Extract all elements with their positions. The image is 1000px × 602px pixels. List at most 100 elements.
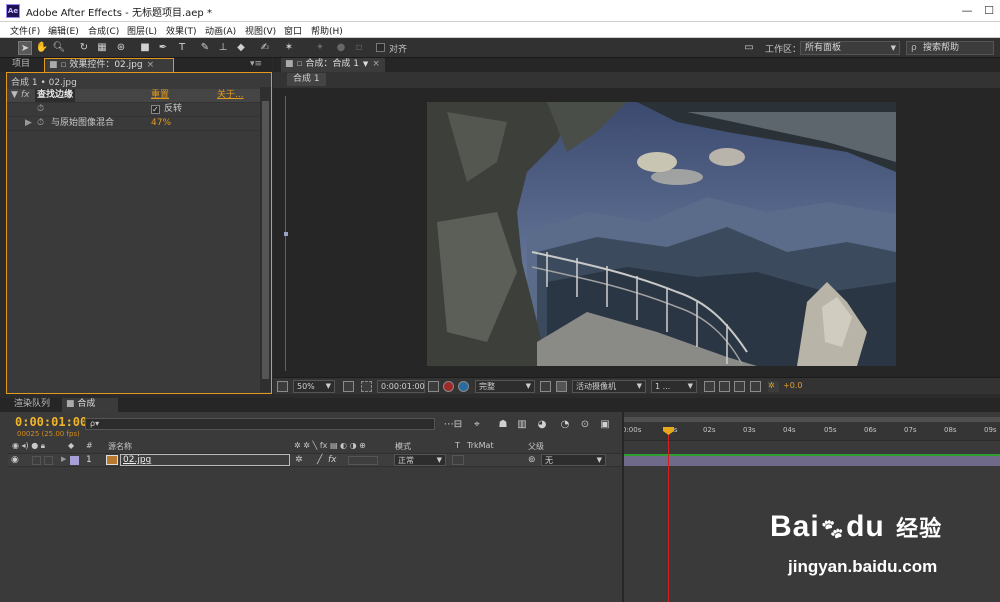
current-time-indicator[interactable] [668, 428, 669, 602]
menu-animation[interactable]: 动画(A) [205, 24, 236, 37]
panel-menu-icon[interactable]: ▾≡ [246, 58, 266, 72]
comp-mini-flowchart-icon[interactable]: ⋯⊟ [442, 418, 464, 432]
close-icon[interactable]: × [372, 59, 380, 69]
menu-composition[interactable]: 合成(C) [88, 24, 119, 37]
stopwatch-icon[interactable]: ⏱ [37, 103, 44, 116]
subtab-comp-1[interactable]: 合成 1 [287, 73, 326, 86]
title-action-safe-icon[interactable] [343, 381, 354, 392]
disclosure-triangle-icon[interactable]: ▶ [61, 455, 66, 463]
scrollbar-thumb[interactable] [262, 101, 269, 379]
show-channel-icon[interactable] [443, 381, 454, 392]
rotate-tool-icon[interactable]: ↻ [77, 41, 91, 55]
solo-toggle[interactable] [44, 456, 53, 465]
minimize-button[interactable]: — [956, 3, 978, 19]
workspace-select[interactable]: 所有面板 ▼ [800, 41, 900, 55]
menu-edit[interactable]: 编辑(E) [48, 24, 79, 37]
work-area-bar[interactable] [624, 417, 1000, 422]
tab-project[interactable]: 项目 [8, 58, 34, 72]
menu-effect[interactable]: 效果(T) [166, 24, 197, 37]
layer-row[interactable]: ◉ ▶ 1 02.jpg ✲ ╱ fx 正常 ▼ ⊚ 无 ▼ [8, 453, 623, 467]
tab-timeline-comp[interactable]: ■ 合成 1× [62, 398, 118, 422]
source-name-column-header[interactable]: 源名称 [108, 441, 132, 452]
tab-render-queue[interactable]: 渲染队列 [10, 398, 54, 412]
pick-whip-icon[interactable]: ⊚ [528, 455, 536, 465]
about-link[interactable]: 关于... [217, 89, 244, 102]
timeline-search-input[interactable]: ρ▾ [85, 418, 435, 430]
blend-value[interactable]: 47% [151, 117, 171, 130]
menu-help[interactable]: 帮助(H) [311, 24, 343, 37]
disclosure-triangle-icon[interactable]: ▶ [25, 117, 32, 130]
close-icon[interactable]: × [147, 60, 155, 70]
timeline-icon[interactable] [734, 381, 745, 392]
composition-image[interactable] [427, 102, 896, 366]
timeline-current-time[interactable]: 0:00:01:00 [15, 415, 87, 429]
color-management-icon[interactable] [458, 381, 469, 392]
comp-settings-icon[interactable]: ▣ [598, 418, 612, 432]
comp-flowchart-icon[interactable] [750, 381, 761, 392]
selection-tool-icon[interactable]: ➤ [18, 41, 32, 55]
eraser-tool-icon[interactable]: ◆ [234, 41, 248, 55]
disclosure-triangle-icon[interactable]: ▼ [11, 89, 18, 102]
camera-select[interactable]: 活动摄像机 ▼ [572, 380, 646, 393]
viewer-guide-handle[interactable] [284, 232, 288, 236]
brush-tool-icon[interactable]: ✎ [198, 41, 212, 55]
menu-layer[interactable]: 图层(L) [127, 24, 157, 37]
visibility-eye-icon[interactable]: ◉ [11, 455, 19, 465]
resolution-select[interactable]: 完整 ▼ [475, 380, 535, 393]
blend-mode-select[interactable]: 正常 ▼ [394, 454, 446, 466]
stopwatch-icon[interactable]: ⏱ [37, 117, 44, 130]
menu-view[interactable]: 视图(V) [245, 24, 276, 37]
quality-switch-icon[interactable]: ╱ [317, 455, 322, 465]
camera-tool-icon[interactable]: ▦ [95, 41, 109, 55]
pan-behind-tool-icon[interactable]: ⊛ [114, 41, 128, 55]
menu-file[interactable]: 文件(F) [10, 24, 40, 37]
zoom-select[interactable]: 50% ▼ [293, 380, 335, 393]
fx-icon[interactable]: fx [21, 89, 30, 102]
views-select[interactable]: 1 ... ▼ [651, 380, 697, 393]
roto-brush-tool-icon[interactable]: ✍ [258, 41, 272, 55]
transparency-grid-icon[interactable] [556, 381, 567, 392]
clone-stamp-tool-icon[interactable]: ⊥ [216, 41, 230, 55]
audio-toggle[interactable] [32, 456, 41, 465]
reset-link[interactable]: 重置 [151, 89, 169, 102]
toggle-pixel-aspect-icon[interactable] [704, 381, 715, 392]
effect-controls-scrollbar[interactable] [260, 87, 271, 392]
puppet-pin-tool-icon[interactable]: ✶ [282, 41, 296, 55]
fast-preview-lightning-icon[interactable] [719, 381, 730, 392]
zoom-tool-icon[interactable]: 🔍︎ [52, 41, 66, 55]
layer-duration-bar[interactable] [624, 454, 1000, 466]
hand-tool-icon[interactable]: ✋ [35, 41, 49, 55]
effect-name[interactable]: 查找边缘 [35, 89, 76, 102]
exposure-value[interactable]: +0.0 [783, 381, 802, 390]
effects-switch-icon[interactable]: fx [328, 455, 337, 465]
chevron-down-icon[interactable]: ▼ [363, 60, 368, 68]
tab-effect-controls[interactable]: ■ ▫ 效果控件：02.jpg × [44, 58, 174, 72]
label-color-swatch[interactable] [70, 456, 79, 465]
align-checkbox[interactable] [376, 43, 385, 52]
trkmat-select[interactable] [452, 455, 464, 465]
effect-row-find-edges[interactable]: ▼ fx 查找边缘 重置 关于... [7, 89, 265, 103]
tab-composition[interactable]: ■ ▫ 合成：合成 1 ▼ × [281, 58, 385, 72]
sync-settings-icon[interactable]: ▭ [740, 41, 758, 55]
frame-blending-icon[interactable]: ▥ [515, 418, 529, 432]
region-of-interest-icon[interactable] [361, 381, 372, 392]
live-update-icon[interactable]: ⊙ [578, 418, 592, 432]
fast-previews-icon[interactable] [540, 381, 551, 392]
parent-select[interactable]: 无 ▼ [541, 454, 606, 466]
snapshot-camera-icon[interactable] [428, 381, 439, 392]
restore-button[interactable]: ☐ [978, 3, 1000, 19]
search-help-input[interactable]: ρ 搜索帮助 [906, 41, 994, 55]
draft-3d-icon[interactable]: ⌖ [470, 418, 484, 432]
viewer-timecode[interactable]: 0:00:01:00 [377, 380, 425, 393]
layer-switches[interactable] [348, 456, 378, 465]
shy-switch-icon[interactable]: ✲ [295, 455, 303, 465]
pen-tool-icon[interactable]: ✒ [156, 41, 170, 55]
layer-name[interactable]: 02.jpg [120, 454, 290, 466]
type-tool-icon[interactable]: T [175, 41, 189, 55]
graph-editor-icon[interactable]: ◔ [558, 418, 572, 432]
lock-icon[interactable]: ■ ▫ [49, 60, 69, 70]
timeline-divider[interactable] [622, 412, 624, 602]
rectangle-tool-icon[interactable]: ■ [138, 41, 152, 55]
motion-blur-icon[interactable]: ◕ [535, 418, 549, 432]
reset-exposure-icon[interactable]: ✲ [768, 381, 779, 392]
